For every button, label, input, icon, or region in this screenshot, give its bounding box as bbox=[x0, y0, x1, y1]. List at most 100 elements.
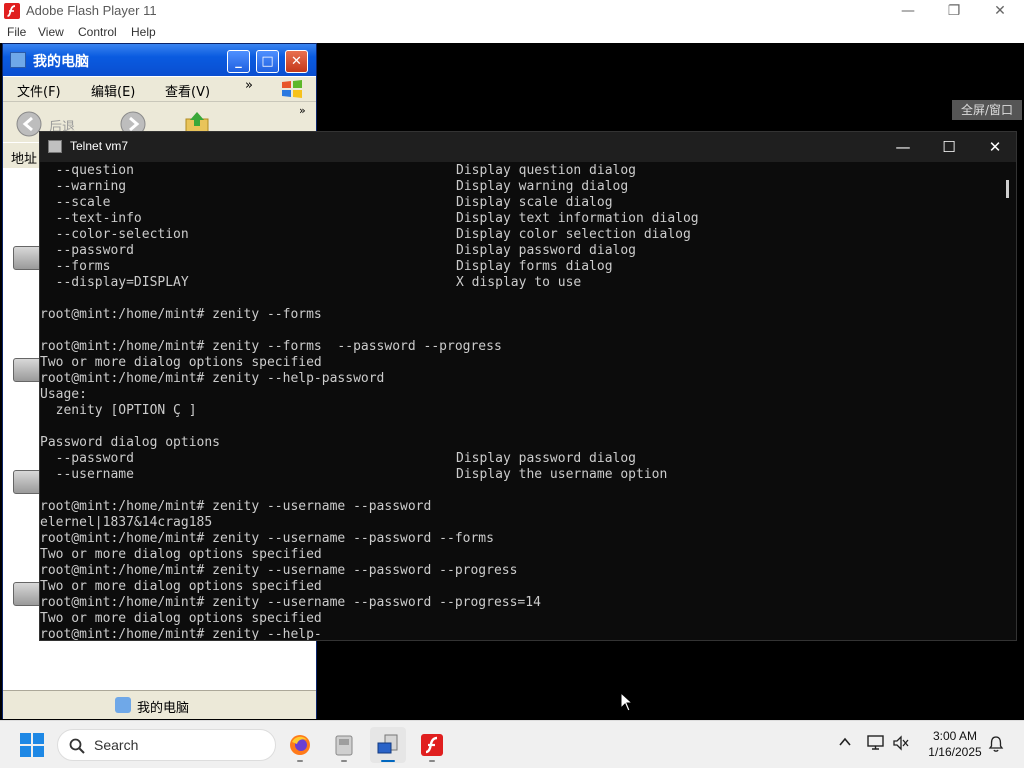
terminal-line-description: Display password dialog bbox=[456, 243, 637, 258]
xp-toolbar-more-icon[interactable]: » bbox=[299, 104, 306, 117]
terminal-line: --color-selection Display color selection… bbox=[40, 227, 691, 243]
fullscreen-toggle[interactable]: 全屏/窗口 bbox=[952, 100, 1022, 120]
terminal-line-text: --password bbox=[40, 243, 134, 258]
telnet-window: Telnet vm7 — ☐ ✕ --question Display quest… bbox=[39, 131, 1017, 641]
terminal-line-text: Two or more dialog options specified bbox=[40, 355, 322, 370]
terminal-line-text: root@mint:/home/mint# zenity --username … bbox=[40, 531, 494, 546]
firefox-icon bbox=[290, 735, 310, 755]
terminal-line-text: root@mint:/home/mint# zenity --username … bbox=[40, 499, 432, 514]
taskbar-app-flash-player[interactable] bbox=[414, 727, 450, 763]
running-indicator bbox=[429, 760, 435, 762]
telnet-minimize-button[interactable]: — bbox=[880, 132, 926, 162]
menu-control[interactable]: Control bbox=[78, 25, 117, 39]
menu-view[interactable]: View bbox=[38, 25, 64, 39]
running-indicator bbox=[381, 760, 395, 762]
terminal-line: Password dialog options bbox=[40, 435, 220, 451]
terminal-line-text: --color-selection bbox=[40, 227, 189, 242]
terminal-line: --forms Display forms dialog bbox=[40, 259, 613, 275]
mouse-cursor-icon bbox=[620, 692, 634, 712]
close-button[interactable]: ✕ bbox=[977, 0, 1023, 22]
terminal-line: --warning Display warning dialog bbox=[40, 179, 629, 195]
terminal-line: root@mint:/home/mint# zenity --forms --p… bbox=[40, 339, 502, 355]
terminal-line-text: --username bbox=[40, 467, 134, 482]
taskbar-search-box[interactable]: Search bbox=[57, 729, 276, 761]
terminal-line: root@mint:/home/mint# zenity --username … bbox=[40, 563, 517, 579]
terminal-line-description: Display question dialog bbox=[456, 163, 637, 178]
taskbar: Search 3:00 AM 1/16/2025 bbox=[0, 720, 1024, 768]
minimize-button[interactable]: — bbox=[885, 0, 931, 22]
terminal-line: --text-info Display text information dial… bbox=[40, 211, 699, 227]
status-text: 我的电脑 bbox=[137, 701, 190, 716]
xp-close-button[interactable]: ✕ bbox=[285, 50, 308, 73]
computer-icon bbox=[115, 697, 131, 713]
system-clock[interactable]: 3:00 AM 1/16/2025 bbox=[920, 728, 990, 760]
terminal-line: --display=DISPLAY X display to use bbox=[40, 275, 582, 291]
telnet-titlebar[interactable]: Telnet vm7 — ☐ ✕ bbox=[40, 132, 1016, 162]
xp-maximize-button[interactable]: □ bbox=[256, 50, 279, 73]
terminal-line-text: root@mint:/home/mint# zenity --username … bbox=[40, 563, 518, 578]
terminal-line: --username Display the username option bbox=[40, 467, 668, 483]
terminal-line: Two or more dialog options specified bbox=[40, 611, 322, 627]
terminal-line: --scale Display scale dialog bbox=[40, 195, 613, 211]
terminal-line-description: Display password dialog bbox=[456, 451, 637, 466]
telnet-maximize-button[interactable]: ☐ bbox=[926, 132, 972, 162]
terminal-line-description: Display color selection dialog bbox=[456, 227, 691, 242]
terminal-line-description: Display forms dialog bbox=[456, 259, 613, 274]
terminal-line: Two or more dialog options specified bbox=[40, 547, 322, 563]
xp-menubar: 文件(F) 编辑(E) 查看(V) » bbox=[3, 77, 316, 102]
file-manager-icon bbox=[335, 735, 353, 756]
start-button-icon[interactable] bbox=[20, 733, 44, 757]
terminal-line-text: Two or more dialog options specified bbox=[40, 579, 322, 594]
chevron-up-icon[interactable] bbox=[838, 735, 852, 749]
search-icon bbox=[69, 738, 85, 754]
terminal-line-text: --scale bbox=[40, 195, 111, 210]
flash-player-icon bbox=[421, 734, 443, 756]
terminal-output[interactable]: --question Display question dialog --warn… bbox=[40, 162, 1000, 640]
terminal-line-description: Display the username option bbox=[456, 467, 668, 482]
terminal-line-text: --password bbox=[40, 451, 134, 466]
xp-minimize-button[interactable]: _ bbox=[227, 50, 250, 73]
running-indicator bbox=[341, 760, 347, 762]
address-label: 地址 bbox=[11, 152, 38, 167]
terminal-line-description: Display warning dialog bbox=[456, 179, 629, 194]
menu-file[interactable]: File bbox=[7, 25, 26, 39]
xp-menu-file[interactable]: 文件(F) bbox=[17, 81, 61, 100]
terminal-line: root@mint:/home/mint# zenity --username … bbox=[40, 531, 494, 547]
xp-menu-more[interactable]: » bbox=[245, 78, 253, 93]
restore-button[interactable]: ❐ bbox=[931, 0, 977, 22]
clock-time: 3:00 AM bbox=[932, 729, 978, 743]
terminal-line: root@mint:/home/mint# zenity --forms bbox=[40, 307, 322, 323]
terminal-line: Two or more dialog options specified bbox=[40, 579, 322, 595]
xp-statusbar: 我的电脑 bbox=[3, 690, 316, 719]
taskbar-app-firefox[interactable] bbox=[282, 727, 318, 763]
network-icon[interactable] bbox=[866, 735, 886, 751]
terminal-line: Usage: bbox=[40, 387, 87, 403]
console-icon bbox=[48, 140, 62, 153]
terminal-line: root@mint:/home/mint# zenity --username … bbox=[40, 595, 541, 611]
terminal-line-text: --question bbox=[40, 163, 134, 178]
taskbar-app-file-manager[interactable] bbox=[326, 727, 362, 763]
my-computer-titlebar[interactable]: 我的电脑 _ □ ✕ bbox=[3, 44, 316, 76]
flash-player-icon bbox=[4, 3, 20, 19]
clock-date: 1/16/2025 bbox=[928, 745, 982, 759]
terminal-scrollbar-thumb[interactable] bbox=[1006, 180, 1009, 198]
menu-help[interactable]: Help bbox=[131, 25, 156, 39]
flash-player-titlebar: Adobe Flash Player 11 — ❐ ✕ bbox=[0, 0, 1024, 22]
terminal-line-text: root@mint:/home/mint# zenity --forms bbox=[40, 307, 322, 322]
window-title: Adobe Flash Player 11 bbox=[26, 3, 157, 18]
search-placeholder: Search bbox=[94, 737, 139, 753]
terminal-line: --password Display password dialog bbox=[40, 451, 636, 467]
telnet-close-button[interactable]: ✕ bbox=[972, 132, 1018, 162]
flash-menubar: File View Control Help bbox=[0, 22, 1024, 43]
terminal-line-text: --forms bbox=[40, 259, 111, 274]
terminal-line-description: X display to use bbox=[456, 275, 582, 290]
speaker-muted-icon[interactable] bbox=[892, 735, 910, 751]
xp-menu-edit[interactable]: 编辑(E) bbox=[91, 81, 135, 100]
terminal-line: root@mint:/home/mint# zenity --help- bbox=[40, 627, 322, 640]
taskbar-app-telnet[interactable] bbox=[370, 727, 406, 763]
terminal-line-text: zenity [OPTION Ç ] bbox=[40, 403, 197, 418]
xp-menu-view[interactable]: 查看(V) bbox=[165, 81, 210, 100]
terminal-line-text: --warning bbox=[40, 179, 127, 194]
terminal-line-text: root@mint:/home/mint# zenity --help-pass… bbox=[40, 371, 385, 386]
notification-bell-icon[interactable] bbox=[988, 735, 1004, 753]
